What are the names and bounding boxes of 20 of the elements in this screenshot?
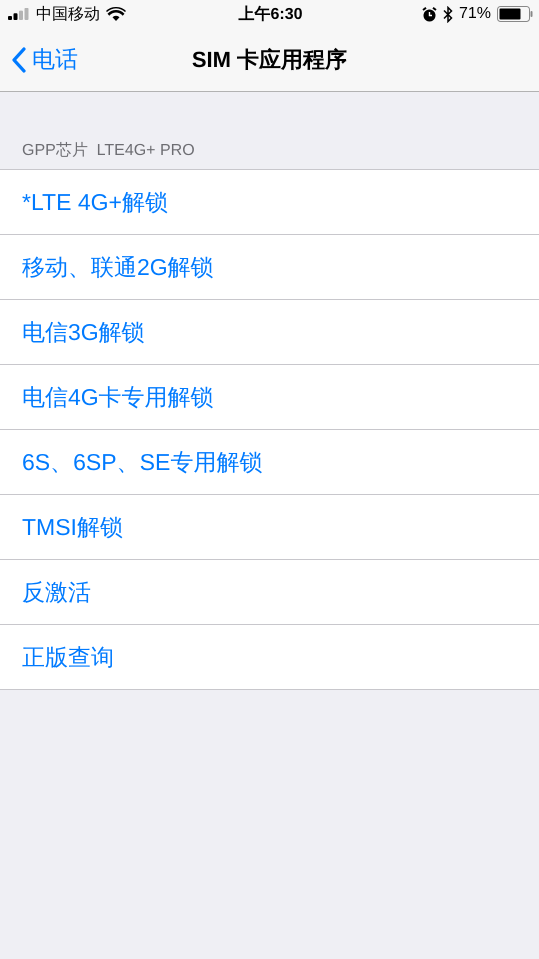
bluetooth-icon	[442, 6, 453, 22]
menu-item[interactable]: 6S、6SP、SE专用解锁	[0, 429, 539, 494]
wifi-icon	[106, 7, 126, 21]
screen-title: SIM 卡应用程序	[192, 46, 348, 74]
menu-item[interactable]: 反激活	[0, 559, 539, 624]
battery-icon	[497, 6, 533, 22]
menu-item[interactable]: 移动、联通2G解锁	[0, 234, 539, 299]
alarm-clock-icon	[422, 6, 437, 22]
section-header: GPP芯片 LTE4G+ PRO	[21, 140, 196, 161]
carrier-name: 中国移动	[36, 4, 100, 24]
back-chevron-icon	[12, 46, 26, 72]
battery-percent: 71%	[458, 5, 491, 23]
menu-item[interactable]: 正版查询	[0, 624, 539, 689]
menu-item[interactable]: *LTE 4G+解锁	[0, 170, 539, 234]
menu-item[interactable]: TMSI解锁	[0, 494, 539, 559]
signal-icon	[8, 8, 30, 20]
back-button[interactable]: 电话	[0, 44, 78, 75]
menu-item[interactable]: 电信4G卡专用解锁	[0, 364, 539, 429]
status-time: 上午6:30	[238, 4, 303, 24]
menu-item[interactable]: 电信3G解锁	[0, 299, 539, 364]
